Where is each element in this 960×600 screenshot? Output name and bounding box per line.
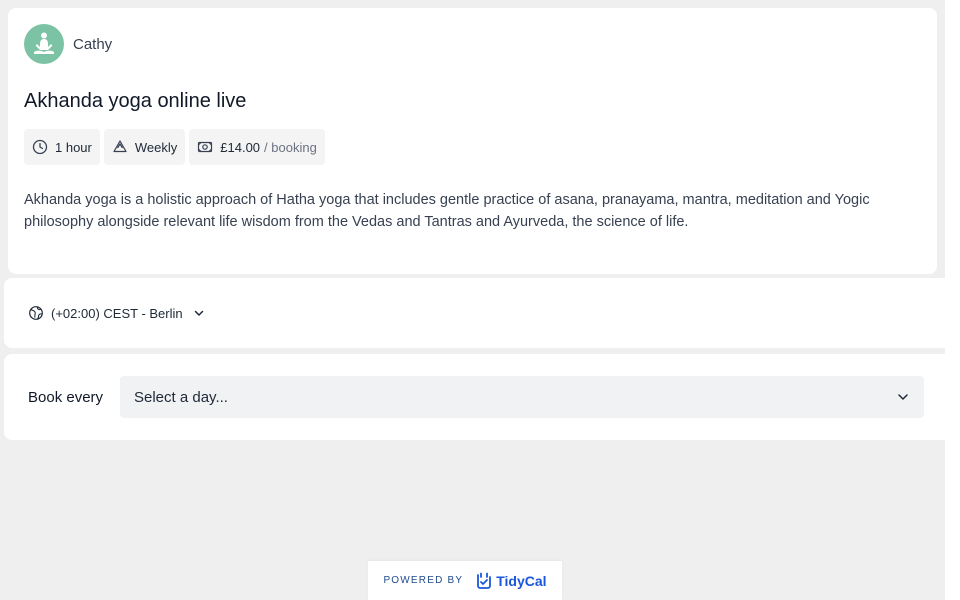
event-meta: 1 hour Weekly £14.00 / booking	[24, 129, 921, 165]
chevron-down-icon	[194, 310, 203, 316]
day-select[interactable]: Select a day...	[120, 376, 924, 418]
event-description: Akhanda yoga is a holistic approach of H…	[24, 192, 870, 230]
price-unit: / booking	[264, 139, 317, 155]
host-name: Cathy	[73, 35, 113, 53]
money-icon	[198, 141, 213, 153]
recurrence-chip: Weekly	[103, 129, 186, 165]
globe-icon	[29, 306, 43, 320]
meditation-icon	[34, 32, 54, 54]
duration-chip: 1 hour	[24, 129, 100, 165]
event-details-card: Cathy Akhanda yoga online live 1 hour We…	[8, 8, 937, 274]
duration-text: 1 hour	[55, 139, 92, 155]
clock-icon	[32, 139, 48, 155]
avatar	[24, 24, 64, 64]
tidycal-logo-icon	[477, 572, 492, 589]
timezone-selector[interactable]: (+02:00) CEST - Berlin	[28, 305, 205, 321]
timezone-card: (+02:00) CEST - Berlin	[4, 278, 945, 348]
event-title: Akhanda yoga online live	[24, 90, 247, 112]
recurrence-text: Weekly	[134, 139, 178, 155]
price-chip: £14.00 / booking	[189, 129, 325, 165]
host-row: Cathy	[24, 24, 921, 64]
tidycal-logo: TidyCal	[475, 572, 547, 590]
chevron-down-icon	[898, 394, 908, 400]
powered-by-badge[interactable]: POWERED BY TidyCal	[368, 561, 562, 600]
price-text: £14.00	[220, 139, 261, 155]
page-edge	[945, 0, 960, 600]
book-every-label: Book every	[28, 388, 104, 406]
booking-card: Book every Select a day...	[4, 354, 945, 440]
brand-name: TidyCal	[496, 572, 547, 589]
timezone-label: (+02:00) CEST - Berlin	[51, 305, 183, 321]
recurring-icon	[113, 140, 127, 153]
powered-by-label: POWERED BY	[383, 575, 464, 586]
day-select-placeholder: Select a day...	[134, 388, 228, 406]
